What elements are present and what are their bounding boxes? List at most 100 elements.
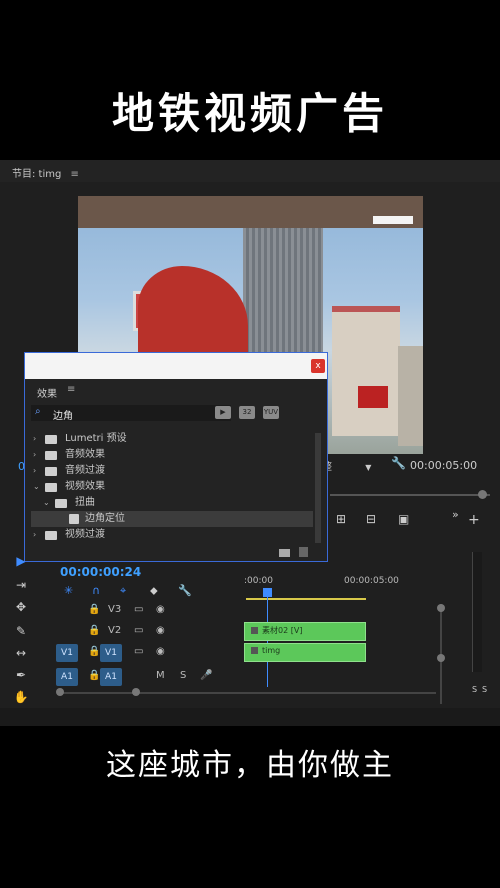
lock-icon[interactable]: 🔒 (88, 646, 100, 657)
monitor-scrub-handle[interactable] (478, 490, 487, 499)
add-button-icon[interactable]: + (468, 512, 480, 528)
chevron-right-icon: › (33, 434, 37, 443)
32bit-effects-button[interactable]: 32 (239, 406, 255, 419)
wrench-icon[interactable]: 🔧 (391, 456, 406, 470)
tree-item-label: 视频过渡 (65, 529, 105, 540)
folder-icon (45, 435, 57, 444)
lift-icon[interactable]: ⊞ (336, 512, 346, 526)
tree-item-video-transitions[interactable]: › 视频过渡 (31, 527, 313, 543)
selection-tool-icon[interactable]: ▶ (12, 554, 30, 570)
lock-icon[interactable]: 🔒 (88, 604, 100, 615)
source-patch-a1[interactable]: A1 (56, 668, 78, 686)
hscroll-handle-right[interactable] (132, 688, 140, 696)
video-ceiling (78, 196, 423, 228)
source-patch-v1[interactable]: V1 (56, 644, 78, 662)
snap-icon[interactable]: ∩ (92, 584, 100, 597)
eye-icon[interactable]: ◉ (156, 625, 165, 636)
tree-item-label: Lumetri 预设 (65, 433, 127, 444)
meter-solo-left[interactable]: S (472, 685, 477, 694)
effects-search-value: 边角 (53, 411, 73, 422)
folder-icon (55, 499, 67, 508)
hscroll-handle-left[interactable] (56, 688, 64, 696)
folder-icon (45, 531, 57, 540)
meter-solo-right[interactable]: S (482, 685, 487, 694)
close-icon[interactable]: x (311, 359, 325, 373)
scroll-handle-bottom[interactable] (437, 654, 445, 662)
chevron-down-icon: ▼ (365, 463, 372, 472)
scroll-handle-top[interactable] (437, 604, 445, 612)
clip-v1[interactable]: timg (244, 643, 366, 662)
camera-icon[interactable]: ▣ (398, 512, 409, 526)
program-monitor-title[interactable]: 节目: timg (12, 169, 61, 180)
ruler-label: :00:00 (244, 576, 273, 586)
playhead-line[interactable] (267, 597, 268, 687)
track-select-tool-icon[interactable]: ⇥ (12, 578, 30, 594)
linked-selection-icon[interactable]: ⌖ (120, 584, 126, 598)
chevron-down-icon: ⌄ (43, 498, 50, 507)
track-target-a1[interactable]: A1 (100, 668, 122, 686)
track-header-v2: 🔒 V2 ▭ ◉ (48, 622, 242, 642)
ripple-edit-tool-icon[interactable]: ✥ (12, 600, 30, 616)
dialog-titlebar[interactable]: x (25, 353, 327, 379)
timeline-horizontal-scrollbar[interactable] (60, 692, 436, 694)
audio-meter (472, 552, 482, 672)
eye-icon[interactable]: ◉ (156, 604, 165, 615)
timeline-ruler[interactable]: :00:00 00:00:05:00 (244, 575, 438, 605)
monitor-scrub-bar[interactable] (330, 494, 490, 496)
sync-lock-icon[interactable]: ▭ (134, 604, 143, 615)
nest-icon[interactable]: ✳ (64, 584, 73, 597)
panel-menu-icon[interactable]: ≡ (71, 169, 79, 180)
expand-icon[interactable]: » (452, 508, 459, 521)
tree-item-label: 音频过渡 (65, 465, 105, 476)
clip-label: timg (262, 646, 281, 655)
tree-item-label: 扭曲 (75, 497, 95, 508)
tools-panel: ▶ ⇥ ✥ ✎ ↔ ✒ ✋ (6, 552, 36, 704)
yuv-effects-button[interactable]: YUV (263, 406, 279, 419)
slip-tool-icon[interactable]: ↔ (12, 646, 30, 662)
tree-item-label: 视频效果 (65, 481, 105, 492)
hand-tool-icon[interactable]: ✋ (12, 690, 30, 706)
tree-item-lumetri[interactable]: › Lumetri 预设 (31, 431, 313, 447)
timeline-timecode[interactable]: 00:00:00:24 (60, 565, 141, 579)
solo-button[interactable]: S (180, 670, 186, 681)
timeline-settings-icon[interactable]: 🔧 (178, 584, 192, 597)
tree-item-audio-transitions[interactable]: › 音频过渡 (31, 463, 313, 479)
sync-lock-icon[interactable]: ▭ (134, 625, 143, 636)
new-bin-icon[interactable] (279, 549, 290, 557)
accelerated-effects-button[interactable]: ▶ (215, 406, 231, 419)
duration-timecode: 00:00:05:00 (410, 459, 478, 472)
folder-icon (45, 451, 57, 460)
video-building-small (398, 346, 423, 446)
eye-icon[interactable]: ◉ (156, 646, 165, 657)
clip-v2[interactable]: 素材02 [V] (244, 622, 366, 641)
pen-tool-icon[interactable]: ✒ (12, 668, 30, 684)
trash-icon[interactable] (299, 547, 308, 557)
sync-lock-icon[interactable]: ▭ (134, 646, 143, 657)
track-target-v1[interactable]: V1 (100, 644, 122, 662)
effects-scrollbar[interactable] (315, 433, 321, 543)
tree-item-video-effects[interactable]: ⌄ 视频效果 (31, 479, 313, 495)
effects-menu-icon[interactable]: ≡ (67, 384, 75, 395)
marker-icon[interactable]: ⬥ (150, 584, 158, 598)
tree-item-distort[interactable]: ⌄ 扭曲 (31, 495, 313, 511)
bottom-caption: 这座城市，由你做主 (106, 748, 394, 783)
mute-button[interactable]: M (156, 670, 165, 681)
folder-icon (45, 467, 57, 476)
effects-search-input[interactable]: ⌕ 边角 × (31, 405, 231, 422)
work-area-bar[interactable] (246, 598, 366, 600)
playhead-handle[interactable] (263, 588, 272, 597)
tree-item-label: 音频效果 (65, 449, 105, 460)
search-icon: ⌕ (35, 406, 41, 417)
extract-icon[interactable]: ⊟ (366, 512, 376, 526)
lock-icon[interactable]: 🔒 (88, 625, 100, 636)
tree-item-corner-pin[interactable]: 边角定位 (31, 511, 313, 527)
fit-select[interactable]: 整 ▼ (322, 458, 378, 474)
chevron-right-icon: › (33, 466, 37, 475)
microphone-icon[interactable]: 🎤 (200, 670, 212, 681)
effects-panel-title[interactable]: 效果 (37, 385, 57, 400)
razor-tool-icon[interactable]: ✎ (12, 624, 30, 640)
tree-item-audio-effects[interactable]: › 音频效果 (31, 447, 313, 463)
clip-label: 素材02 [V] (262, 626, 303, 635)
lock-icon[interactable]: 🔒 (88, 670, 100, 681)
track-header-v1: V1 🔒 V1 ▭ ◉ (48, 643, 242, 663)
